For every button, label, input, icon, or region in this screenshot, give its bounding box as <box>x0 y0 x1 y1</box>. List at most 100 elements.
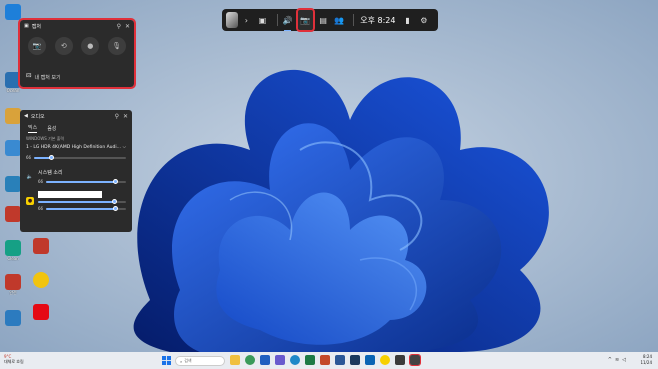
chevron-up-icon[interactable]: ^ <box>608 357 612 363</box>
widget-menu-button[interactable]: ▣ <box>256 12 268 28</box>
taskbar-app-gamebar[interactable] <box>409 354 421 366</box>
search-input[interactable]: ⌕ 검색 <box>175 356 225 366</box>
performance-button[interactable]: ▤ <box>317 12 329 28</box>
speaker-icon: ◀ <box>24 113 28 119</box>
record-last-button[interactable]: ⟲ <box>54 37 73 55</box>
device-volume-value: 66 <box>26 155 32 160</box>
device-volume-row: 66 <box>20 152 132 163</box>
app-icon <box>5 108 21 124</box>
pin-button[interactable]: ⚲ <box>117 23 121 30</box>
system-sound-volume-value: 66 <box>38 179 44 184</box>
weather-widget[interactable]: 9°C 대체로 흐림 <box>4 354 24 364</box>
slider-knob[interactable] <box>112 205 118 211</box>
device-name: 1 - LG HDR 4K(AMD High Definition Audi..… <box>26 144 121 150</box>
taskbar-app-teams[interactable] <box>275 355 285 365</box>
taskbar-app-photoshop[interactable] <box>350 355 360 365</box>
capture-title: 캡처 <box>31 23 41 30</box>
system-sound-slider[interactable] <box>46 178 126 184</box>
taskbar-app-files[interactable] <box>230 355 240 365</box>
taskbar-date: 11/24 <box>640 360 652 365</box>
screenshot-button[interactable]: 📷 <box>28 37 47 55</box>
taskbar: 9°C 대체로 흐림 ⌕ 검색 ^ ≋ ◁ 8:24 11/24 <box>0 352 658 369</box>
windows-start-icon[interactable] <box>162 356 171 365</box>
taskbar-app-word[interactable] <box>335 355 345 365</box>
taskbar-clock[interactable]: 8:24 11/24 <box>640 354 652 366</box>
default-output-label: WINDOWS 기본 출력 <box>26 136 65 141</box>
desktop-icon-9[interactable] <box>2 310 24 326</box>
see-my-captures-link[interactable]: 🖾 내 캡처 보기 <box>26 73 61 81</box>
taskbar-app-chrome[interactable] <box>245 355 255 365</box>
audio-header: ◀ 오디오 ⚲ ✕ <box>20 110 132 122</box>
taskbar-app-excel[interactable] <box>305 355 315 365</box>
audio-button[interactable]: 🔊 <box>281 12 293 31</box>
audio-title: 오디오 <box>30 113 45 120</box>
app-volume-slider-2[interactable] <box>46 205 126 211</box>
desktop-icon-1[interactable] <box>2 4 24 20</box>
desktop-icon-7[interactable]: Clean <box>2 240 24 261</box>
app-icon <box>5 240 21 256</box>
capture-button[interactable]: 📷 <box>295 8 316 32</box>
separator <box>276 14 278 26</box>
app-icon <box>5 206 21 222</box>
capture-widget: ▣ 캡처 ⚲ ✕ 📷 ⟲ ● 🎙 🖾 내 캡처 보기 <box>18 18 136 89</box>
search-icon: ⌕ <box>180 358 183 364</box>
slider-knob[interactable] <box>48 154 54 160</box>
close-button[interactable]: ✕ <box>123 113 128 120</box>
app-name-redacted <box>38 191 102 198</box>
app-icon <box>5 140 21 156</box>
taskbar-app-powerpoint[interactable] <box>320 355 330 365</box>
search-placeholder: 검색 <box>184 358 192 363</box>
output-device-select[interactable]: 1 - LG HDR 4K(AMD High Definition Audi..… <box>20 142 132 152</box>
app-audio-controls: 66 <box>38 191 126 211</box>
chevron-down-icon: ⌵ <box>122 145 126 150</box>
camera-icon: ▣ <box>24 23 29 29</box>
slider-knob[interactable] <box>111 199 117 204</box>
desktop-icon-vpn[interactable] <box>30 238 52 254</box>
taskbar-app-kakaotalk[interactable] <box>380 355 390 365</box>
social-button[interactable]: 👥 <box>333 12 345 28</box>
app-volume-slider[interactable] <box>38 199 126 204</box>
tab-voice[interactable]: 음성 <box>47 125 56 132</box>
taskbar-app-outlook[interactable] <box>365 355 375 365</box>
app-icon <box>5 176 21 192</box>
start-recording-button[interactable]: ● <box>81 37 100 55</box>
audio-tabs: 믹스 음성 <box>20 122 132 133</box>
app-icon <box>33 238 49 254</box>
slider-fill <box>38 201 114 203</box>
kakaotalk-icon: ● <box>26 197 34 205</box>
audio-widget: ◀ 오디오 ⚲ ✕ 믹스 음성 WINDOWS 기본 출력 1 - LG HDR… <box>20 110 132 232</box>
system-sound-label: 시스템 소리 <box>38 170 63 176</box>
app-volume-value: 66 <box>38 206 44 211</box>
slider-fill <box>46 180 115 183</box>
taskbar-app-edge[interactable] <box>290 355 300 365</box>
weather-desc: 대체로 흐림 <box>4 359 24 364</box>
app-icon <box>5 274 21 290</box>
app-icon <box>5 310 21 326</box>
desktop-icon-kakao[interactable] <box>30 272 52 288</box>
avatar[interactable] <box>226 12 239 28</box>
taskbar-app-other[interactable] <box>395 355 405 365</box>
volume-icon[interactable]: ◁ <box>622 357 626 363</box>
gallery-icon: 🖾 <box>26 73 32 79</box>
netflix-icon <box>33 304 49 320</box>
desktop-icon-netflix[interactable] <box>30 304 52 320</box>
battery-icon: ▮ <box>405 15 410 25</box>
pin-button[interactable]: ⚲ <box>115 113 119 120</box>
slider-knob[interactable] <box>112 178 118 184</box>
system-sound-row: 🔈 시스템 소리 66 <box>20 167 132 186</box>
taskbar-app-store[interactable] <box>260 355 270 365</box>
app-icon <box>5 72 21 88</box>
system-tray: ^ ≋ ◁ <box>608 357 626 363</box>
settings-button[interactable]: ⚙ <box>418 12 430 28</box>
chevron-right-icon[interactable]: › <box>240 12 252 28</box>
mic-toggle-button[interactable]: 🎙 <box>107 37 126 55</box>
close-button[interactable]: ✕ <box>125 23 130 30</box>
see-my-captures-label: 내 캡처 보기 <box>34 74 61 81</box>
tab-mix[interactable]: 믹스 <box>28 124 38 133</box>
capture-header: ▣ 캡처 ⚲ ✕ <box>20 20 134 32</box>
wifi-icon[interactable]: ≋ <box>615 357 619 363</box>
app-volume-row-2: 66 <box>38 205 126 211</box>
device-volume-slider[interactable] <box>34 154 126 160</box>
app-volume-row <box>38 199 126 204</box>
desktop-icon-8[interactable]: 안전 <box>2 274 24 295</box>
